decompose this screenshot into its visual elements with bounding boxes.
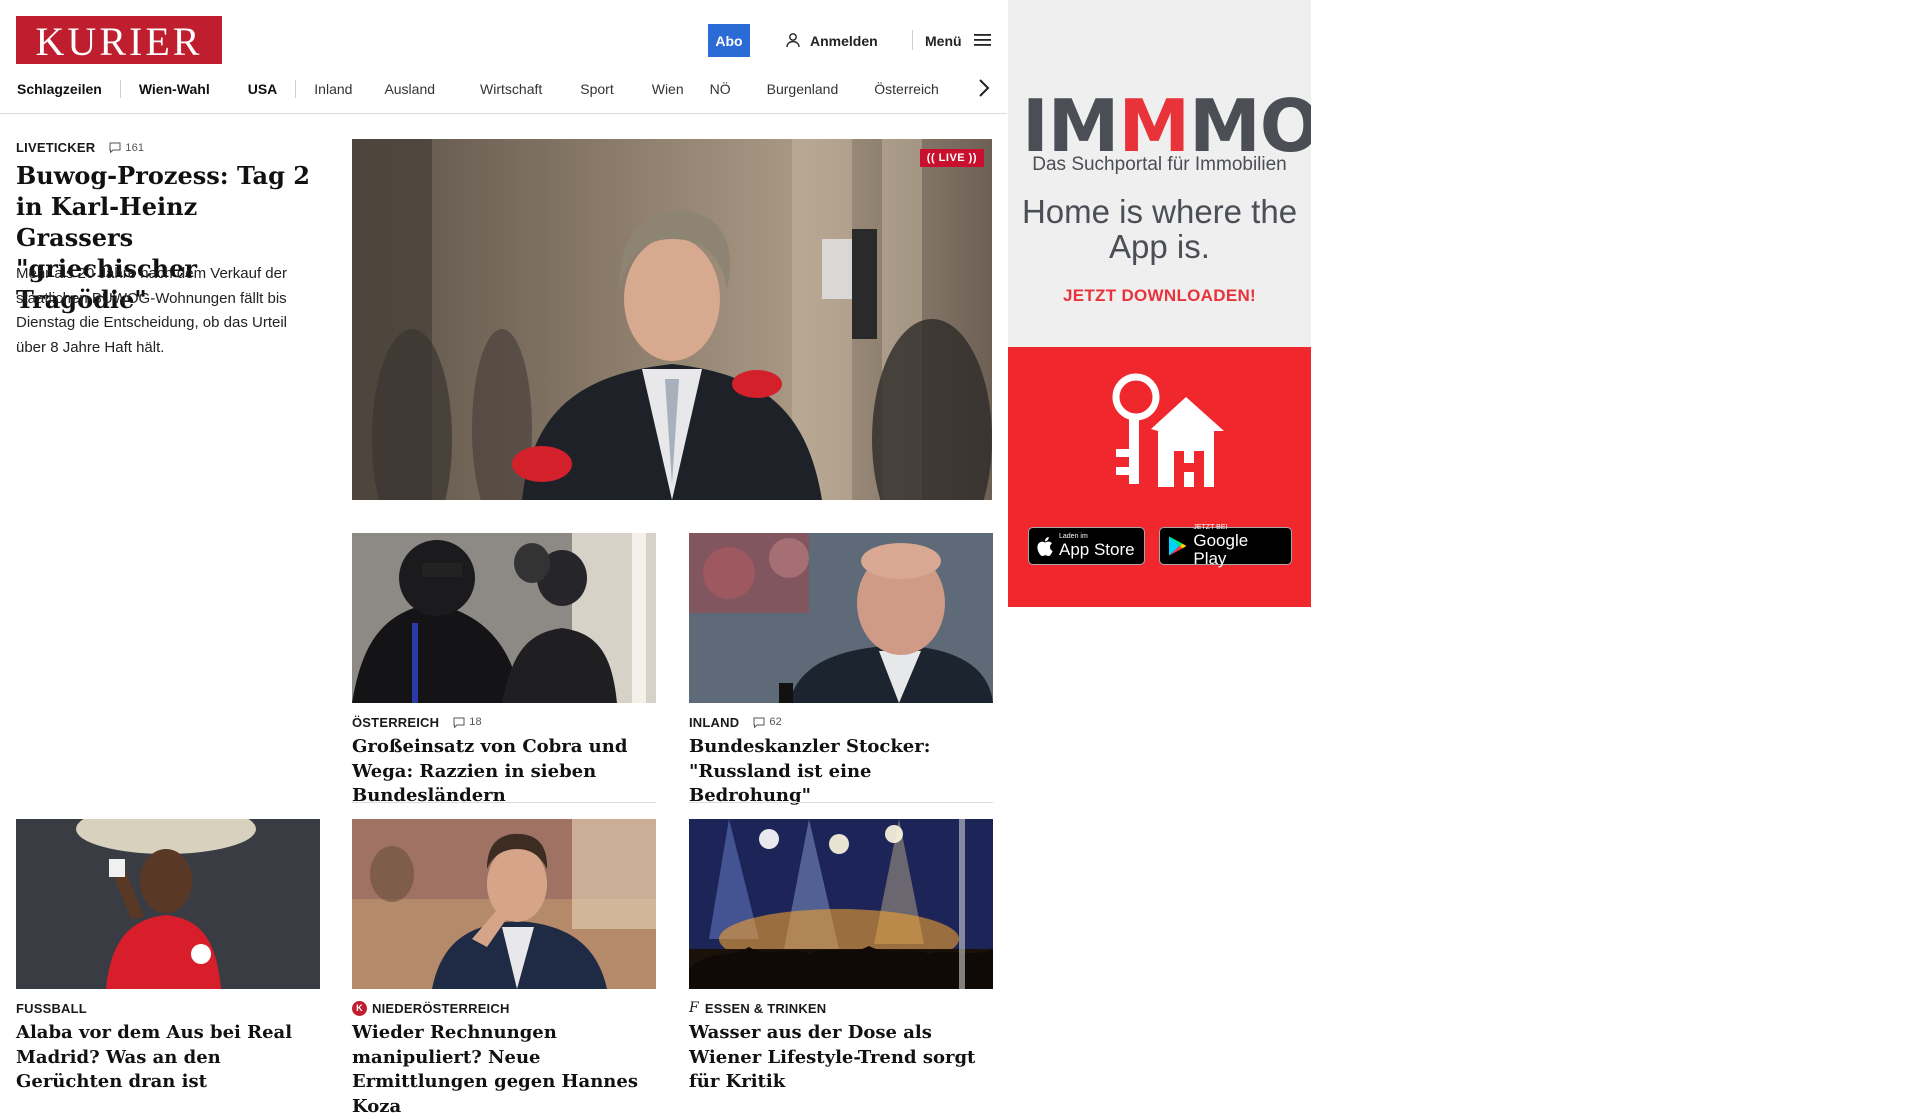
login-label: Anmelden	[810, 33, 878, 49]
article-photo[interactable]	[689, 819, 993, 989]
nav-scroll-right[interactable]	[975, 76, 993, 100]
nav-item-sport[interactable]: Sport	[560, 81, 633, 97]
hamburger-icon	[973, 33, 991, 50]
article-photo[interactable]	[16, 819, 320, 989]
lead-kicker-label: LIVETICKER	[16, 140, 96, 155]
nav-item-oesterreich[interactable]: Österreich	[874, 81, 957, 97]
nav-item-burgenland[interactable]: Burgenland	[751, 81, 875, 97]
article-kicker[interactable]: f ESSEN & TRINKEN	[689, 999, 993, 1017]
ad-subtitle: Das Suchportal für Immobilien	[1032, 154, 1287, 175]
app-store-label: App Store	[1059, 540, 1135, 559]
article-card[interactable]: ÖSTERREICH 18 Großeinsatz von Cobra und …	[352, 533, 656, 809]
article-comment-count[interactable]: 62	[753, 716, 782, 728]
ad-download-cta[interactable]: JETZT DOWNLOADEN!	[1008, 286, 1311, 306]
comment-icon	[753, 717, 765, 728]
ad-red-panel: Laden im App Store JETZT BEI Google Play	[1008, 347, 1311, 607]
kicker-label: ESSEN & TRINKEN	[704, 1000, 827, 1016]
nav-item-noe[interactable]: NÖ	[702, 81, 751, 97]
lead-comment-count[interactable]: 161	[109, 142, 144, 154]
live-badge: (( LIVE ))	[919, 149, 984, 167]
google-play-label: Google Play	[1193, 531, 1249, 568]
lead-photo[interactable]: (( LIVE ))	[352, 139, 992, 500]
genuss-f-icon: f	[689, 1000, 699, 1016]
article-card[interactable]: FUSSBALL Alaba vor dem Aus bei Real Madr…	[16, 819, 320, 1095]
lead-kicker[interactable]: LIVETICKER 161	[16, 140, 144, 155]
comment-icon	[109, 142, 121, 153]
article-kicker[interactable]: FUSSBALL	[16, 999, 320, 1017]
kicker-label: NIEDERÖSTERREICH	[372, 1000, 510, 1016]
kicker-label: ÖSTERREICH	[352, 714, 440, 730]
article-headline[interactable]: Alaba vor dem Aus bei Real Madrid? Was a…	[16, 1021, 320, 1095]
chevron-right-icon	[979, 79, 990, 97]
article-headline[interactable]: Bundeskanzler Stocker: "Russland ist ein…	[689, 735, 993, 809]
nav-bottom-rule	[0, 113, 1007, 114]
lead-teaser[interactable]: Mehr als 20 Jahre nach dem Verkauf der s…	[16, 262, 316, 360]
article-card[interactable]: INLAND 62 Bundeskanzler Stocker: "Russla…	[689, 533, 993, 809]
article-headline[interactable]: Wasser aus der Dose als Wiener Lifestyle…	[689, 1021, 993, 1095]
nav-item-inland[interactable]: Inland	[296, 81, 370, 97]
google-play-button[interactable]: JETZT BEI Google Play	[1159, 524, 1292, 568]
nav-item-ausland[interactable]: Ausland	[370, 81, 462, 97]
abo-button[interactable]: Abo	[708, 24, 750, 57]
comment-count: 62	[769, 716, 782, 728]
comment-count: 161	[125, 141, 145, 154]
login-button[interactable]: Anmelden	[785, 29, 878, 53]
kicker-label: FUSSBALL	[16, 1000, 87, 1016]
kurier-k-icon: K	[352, 1000, 367, 1016]
section-nav: Schlagzeilen Wien-Wahl USA Inland Auslan…	[16, 78, 991, 100]
comment-icon	[453, 717, 465, 728]
card-divider	[352, 802, 656, 803]
article-comment-count[interactable]: 18	[453, 716, 482, 728]
article-card[interactable]: f ESSEN & TRINKEN Wasser aus der Dose al…	[689, 819, 993, 1095]
nav-item-schlagzeilen[interactable]: Schlagzeilen	[16, 81, 120, 97]
article-headline[interactable]: Wieder Rechnungen manipuliert? Neue Ermi…	[352, 1021, 656, 1119]
menu-label: Menü	[925, 33, 962, 49]
apple-icon	[1037, 536, 1053, 556]
comment-count: 18	[469, 716, 482, 728]
kicker-label: INLAND	[689, 714, 740, 730]
menu-button[interactable]: Menü	[925, 29, 991, 53]
article-photo[interactable]	[352, 819, 656, 989]
google-play-icon	[1168, 536, 1187, 556]
article-photo[interactable]	[689, 533, 993, 703]
article-kicker[interactable]: INLAND 62	[689, 713, 993, 731]
user-icon	[785, 32, 801, 51]
article-kicker[interactable]: ÖSTERREICH 18	[352, 713, 656, 731]
card-divider	[689, 802, 993, 803]
header-divider	[912, 30, 913, 50]
nav-item-wien[interactable]: Wien	[634, 81, 702, 97]
immmo-logo: IMMMO	[1022, 84, 1311, 168]
nav-item-usa[interactable]: USA	[228, 81, 296, 97]
kurier-logo[interactable]: KURIER	[16, 16, 222, 64]
nav-item-wirtschaft[interactable]: Wirtschaft	[462, 81, 560, 97]
keys-house-icon	[1096, 369, 1226, 499]
article-kicker[interactable]: K NIEDERÖSTERREICH	[352, 999, 656, 1017]
article-card[interactable]: K NIEDERÖSTERREICH Wieder Rechnungen man…	[352, 819, 656, 1119]
article-photo[interactable]	[352, 533, 656, 703]
immmo-ad[interactable]: IMMMO Das Suchportal für Immobilien Home…	[1008, 0, 1311, 607]
nav-item-wien-wahl[interactable]: Wien-Wahl	[121, 81, 228, 97]
app-store-button[interactable]: Laden im App Store	[1028, 527, 1145, 565]
ad-claim: Home is where the App is.	[1021, 193, 1298, 265]
article-headline[interactable]: Großeinsatz von Cobra und Wega: Razzien …	[352, 735, 656, 809]
